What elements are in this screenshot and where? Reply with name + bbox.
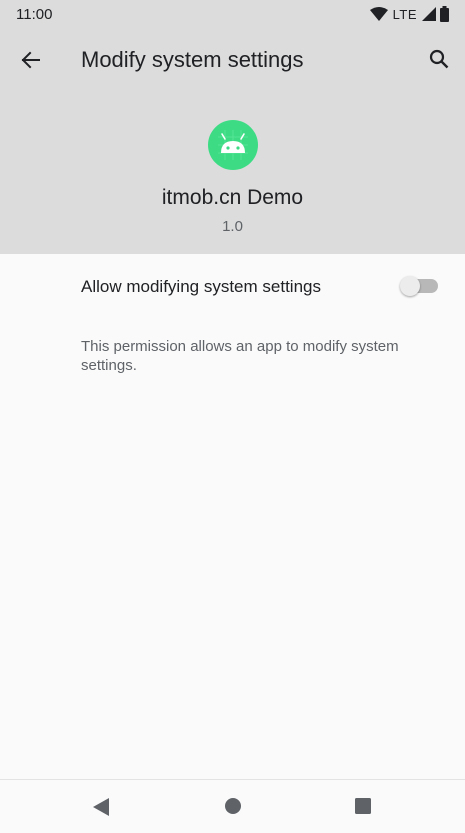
- allow-modify-toggle[interactable]: [400, 276, 438, 296]
- permission-description: This permission allows an app to modify …: [81, 338, 399, 374]
- setting-label: Allow modifying system settings: [81, 277, 321, 296]
- app-name: itmob.cn Demo: [161, 186, 304, 209]
- status-bar: 11:00 LTE: [0, 0, 465, 28]
- signal-icon: [422, 7, 436, 21]
- nav-recents-icon[interactable]: [354, 797, 372, 815]
- wifi-icon: [369, 7, 388, 21]
- toggle-thumb: [400, 276, 420, 296]
- arrow-back-icon: [21, 51, 40, 69]
- nav-home-icon[interactable]: [224, 797, 242, 815]
- app-bar: Modify system settings: [0, 28, 465, 92]
- android-app-icon: [208, 120, 258, 170]
- status-icons: LTE: [369, 6, 449, 22]
- nav-back-icon[interactable]: [92, 797, 110, 817]
- battery-icon: [440, 6, 449, 22]
- network-type: LTE: [392, 6, 417, 22]
- app-version: 1.0: [222, 218, 243, 235]
- app-header: Modify system settings itmob.cn Demo 1.0: [0, 28, 465, 254]
- search-button[interactable]: [423, 43, 455, 75]
- setting-row-modify-system-settings[interactable]: Allow modifying system settings: [0, 254, 465, 318]
- search-icon: [429, 49, 449, 69]
- navigation-bar: [0, 779, 465, 833]
- back-button[interactable]: [14, 44, 46, 76]
- page-title: Modify system settings: [81, 47, 304, 72]
- status-time: 11:00: [16, 5, 53, 23]
